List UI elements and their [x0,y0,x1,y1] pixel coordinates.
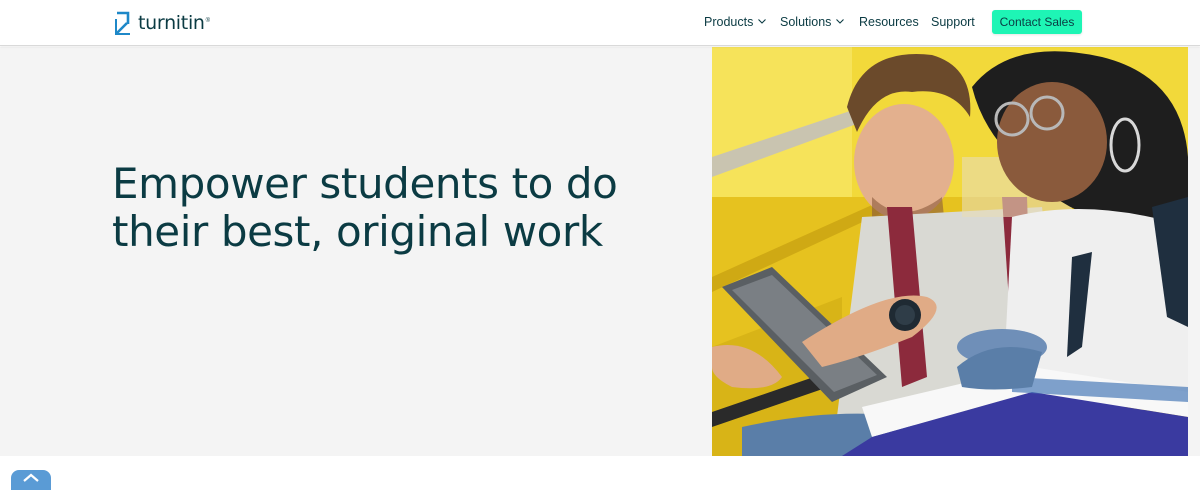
contact-sales-button[interactable]: Contact Sales [992,10,1082,34]
nav-products-label: Products [704,15,754,29]
nav-solutions[interactable]: Solutions [780,15,845,29]
students-illustration [712,47,1188,456]
chevron-down-icon [758,19,767,24]
hero-right-margin [1188,47,1200,456]
chevron-down-icon [836,19,845,24]
nav-support[interactable]: Support [931,15,975,29]
chat-badge-icon [23,473,39,482]
nav-support-label: Support [931,15,975,29]
nav-products[interactable]: Products [704,15,767,29]
nav-solutions-label: Solutions [780,15,832,29]
nav-resources-label: Resources [859,15,919,29]
hero-image [712,47,1188,456]
chat-badge-button[interactable] [11,470,51,490]
below-hero-area [0,456,1200,480]
top-navbar: turnitin ® Products Solutions Resources … [0,0,1200,46]
nav-resources[interactable]: Resources [859,15,919,29]
hero-title: Empower students to do their best, origi… [112,159,618,256]
